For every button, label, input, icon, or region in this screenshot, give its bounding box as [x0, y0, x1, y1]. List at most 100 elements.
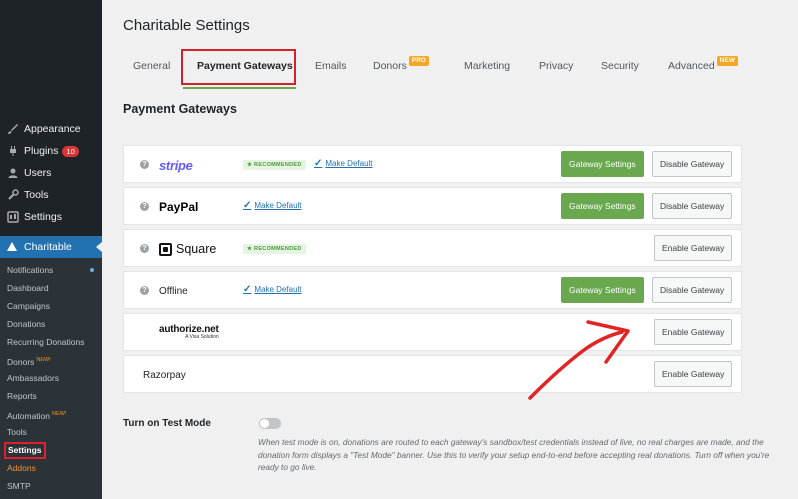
submenu-label: SMTP — [7, 481, 31, 491]
submenu-label: Campaigns — [7, 301, 50, 311]
check-icon: ✓ — [243, 284, 252, 295]
menu-settings[interactable]: Settings — [0, 206, 102, 228]
submenu-reports[interactable]: Reports — [7, 389, 37, 403]
menu-label: Charitable — [24, 241, 72, 253]
help-icon[interactable]: ? — [140, 202, 149, 211]
recommended-badge: ★ RECOMMENDED — [243, 160, 306, 170]
tab-label: Privacy — [539, 60, 574, 72]
submenu-donations[interactable]: Donations — [7, 317, 45, 331]
tab-advanced[interactable]: Advanced NEW — [668, 52, 738, 80]
submenu-smtp[interactable]: SMTP — [7, 479, 31, 493]
submenu-label: Donations — [7, 319, 46, 329]
enable-gateway-button[interactable]: Enable Gateway — [654, 361, 733, 387]
disable-gateway-button[interactable]: Disable Gateway — [652, 193, 733, 219]
page-title: Charitable Settings — [123, 17, 250, 34]
menu-label: Tools — [24, 189, 49, 201]
submenu-settings[interactable]: Settings — [4, 442, 46, 459]
authorize-net-logo: authorize.net A Visa Solution — [159, 323, 219, 341]
new-badge: NEW — [716, 56, 738, 66]
wrench-icon — [6, 189, 19, 202]
gateway-settings-button[interactable]: Gateway Settings — [561, 193, 644, 219]
submenu-label: Tools — [7, 427, 27, 437]
test-mode-description: When test mode is on, donations are rout… — [258, 437, 770, 472]
recommended-badge: ★ RECOMMENDED — [243, 244, 306, 254]
settings-icon — [6, 211, 19, 224]
gateway-row-paypal: ? PayPal ✓ Make Default Gateway Settings … — [123, 187, 742, 225]
enable-gateway-button[interactable]: Enable Gateway — [654, 319, 733, 345]
gateway-name: PayPal — [159, 200, 199, 214]
gateway-row-authorize-net: authorize.net A Visa Solution Enable Gate… — [123, 313, 742, 351]
submenu-campaigns[interactable]: Campaigns — [7, 299, 50, 313]
submenu-donors[interactable]: Donors NEW! — [7, 353, 51, 367]
tab-label: Donors — [373, 60, 407, 72]
test-mode-toggle[interactable] — [259, 418, 281, 429]
make-default-link[interactable]: ✓ Make Default — [314, 158, 373, 169]
gateway-name: Square — [176, 242, 217, 256]
disable-gateway-button[interactable]: Disable Gateway — [652, 151, 733, 177]
check-icon: ✓ — [314, 158, 323, 169]
tab-marketing[interactable]: Marketing — [464, 52, 510, 80]
gateway-row-razorpay: Razorpay Enable Gateway — [123, 355, 742, 393]
enable-gateway-button[interactable]: Enable Gateway — [654, 235, 733, 261]
submenu-recurring-donations[interactable]: Recurring Donations — [7, 335, 84, 349]
gateway-row-square: ? Square ★ RECOMMENDED Enable Gateway — [123, 229, 742, 267]
gateway-row-stripe: ? stripe ★ RECOMMENDED ✓ Make Default Gat… — [123, 145, 742, 183]
make-default-label: Make Default — [254, 285, 302, 294]
tab-highlight-box — [181, 49, 296, 85]
make-default-link[interactable]: ✓ Make Default — [243, 284, 302, 295]
submenu-addons[interactable]: Addons — [7, 461, 36, 475]
check-icon: ✓ — [243, 200, 252, 211]
tab-security[interactable]: Security — [601, 52, 639, 80]
gateway-name: stripe — [159, 157, 193, 173]
help-icon[interactable]: ? — [140, 286, 149, 295]
user-icon — [6, 167, 19, 180]
gateway-subtitle: A Visa Solution — [185, 334, 219, 340]
gateway-settings-button[interactable]: Gateway Settings — [561, 151, 644, 177]
submenu-tools[interactable]: Tools — [7, 425, 27, 439]
gateway-row-offline: ? Offline ✓ Make Default Gateway Settings… — [123, 271, 742, 309]
tab-label: General — [133, 60, 171, 72]
menu-charitable[interactable]: Charitable — [0, 236, 102, 258]
tab-emails[interactable]: Emails — [315, 52, 347, 80]
new-tag: NEW! — [36, 357, 51, 363]
submenu-label: Donors — [7, 356, 35, 367]
submenu-ambassadors[interactable]: Ambassadors — [7, 371, 59, 385]
menu-label: Users — [24, 167, 52, 179]
new-tag: NEW! — [52, 411, 67, 417]
tab-label: Emails — [315, 60, 347, 72]
menu-appearance[interactable]: Appearance — [0, 118, 102, 140]
stripe-logo: stripe — [159, 156, 193, 174]
brush-icon — [6, 123, 19, 136]
gateway-settings-button[interactable]: Gateway Settings — [561, 277, 644, 303]
square-logo: Square — [159, 240, 216, 258]
menu-users[interactable]: Users — [0, 162, 102, 184]
submenu-dashboard[interactable]: Dashboard — [7, 281, 49, 295]
razorpay-label: Razorpay — [143, 366, 186, 384]
submenu-label: Notifications — [7, 265, 54, 275]
active-tab-underline — [183, 87, 296, 89]
test-mode-label: Turn on Test Mode — [123, 418, 211, 429]
submenu-notifications[interactable]: Notifications — [7, 263, 53, 277]
disable-gateway-button[interactable]: Disable Gateway — [652, 277, 733, 303]
gateway-name: Razorpay — [143, 369, 186, 381]
offline-label: Offline — [159, 282, 188, 300]
submenu-label: Reports — [7, 391, 37, 401]
submenu-label: Dashboard — [7, 283, 49, 293]
help-icon[interactable]: ? — [140, 160, 149, 169]
menu-label: Plugins — [24, 145, 59, 157]
gateway-name: Offline — [159, 285, 188, 297]
menu-plugins[interactable]: Plugins 10 — [0, 140, 102, 162]
square-icon — [159, 242, 172, 256]
menu-label: Settings — [24, 211, 62, 223]
notification-dot — [90, 268, 94, 272]
help-icon[interactable]: ? — [140, 244, 149, 253]
submenu-label: Automation — [7, 410, 50, 421]
tab-general[interactable]: General — [133, 52, 170, 80]
tab-label: Marketing — [464, 60, 511, 72]
tab-donors[interactable]: Donors PRO — [373, 52, 429, 80]
menu-tools[interactable]: Tools — [0, 184, 102, 206]
tab-privacy[interactable]: Privacy — [539, 52, 573, 80]
tab-label: Advanced — [668, 60, 715, 72]
make-default-link[interactable]: ✓ Make Default — [243, 200, 302, 211]
submenu-automation[interactable]: Automation NEW! — [7, 407, 66, 421]
